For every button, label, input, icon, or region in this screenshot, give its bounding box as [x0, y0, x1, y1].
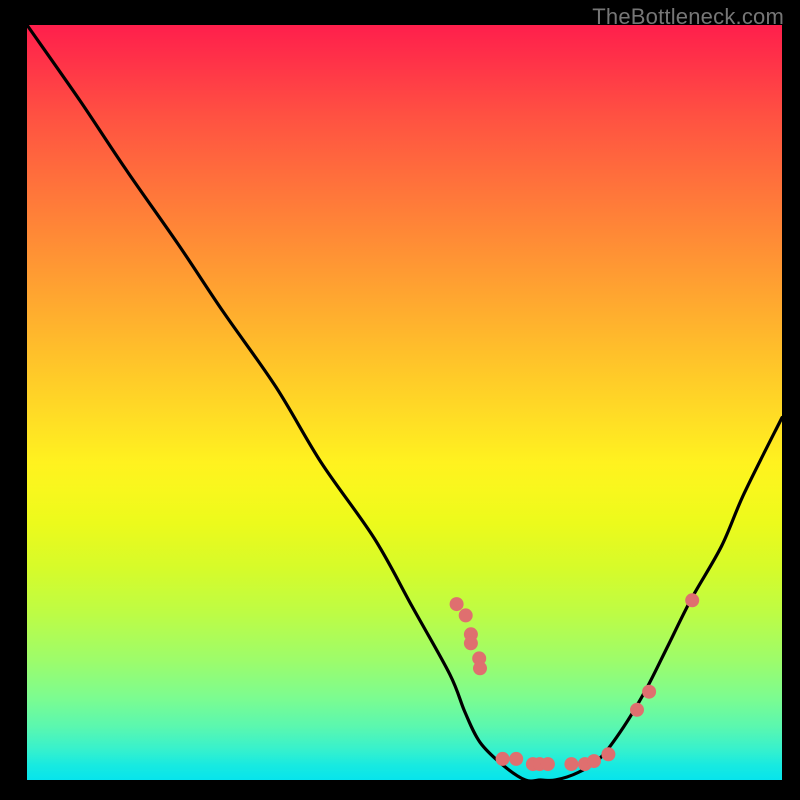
curve-svg — [27, 25, 782, 780]
curve-marker — [685, 593, 699, 607]
curve-marker — [464, 636, 478, 650]
curve-markers — [450, 593, 700, 771]
bottleneck-curve — [27, 25, 782, 781]
curve-marker — [564, 757, 578, 771]
chart-container: TheBottleneck.com — [0, 0, 800, 800]
curve-marker — [473, 661, 487, 675]
curve-marker — [459, 608, 473, 622]
curve-marker — [601, 747, 615, 761]
curve-marker — [587, 754, 601, 768]
curve-marker — [509, 752, 523, 766]
curve-marker — [630, 703, 644, 717]
curve-marker — [496, 752, 510, 766]
curve-marker — [642, 685, 656, 699]
curve-marker — [450, 597, 464, 611]
plot-area — [27, 25, 782, 780]
curve-marker — [541, 757, 555, 771]
